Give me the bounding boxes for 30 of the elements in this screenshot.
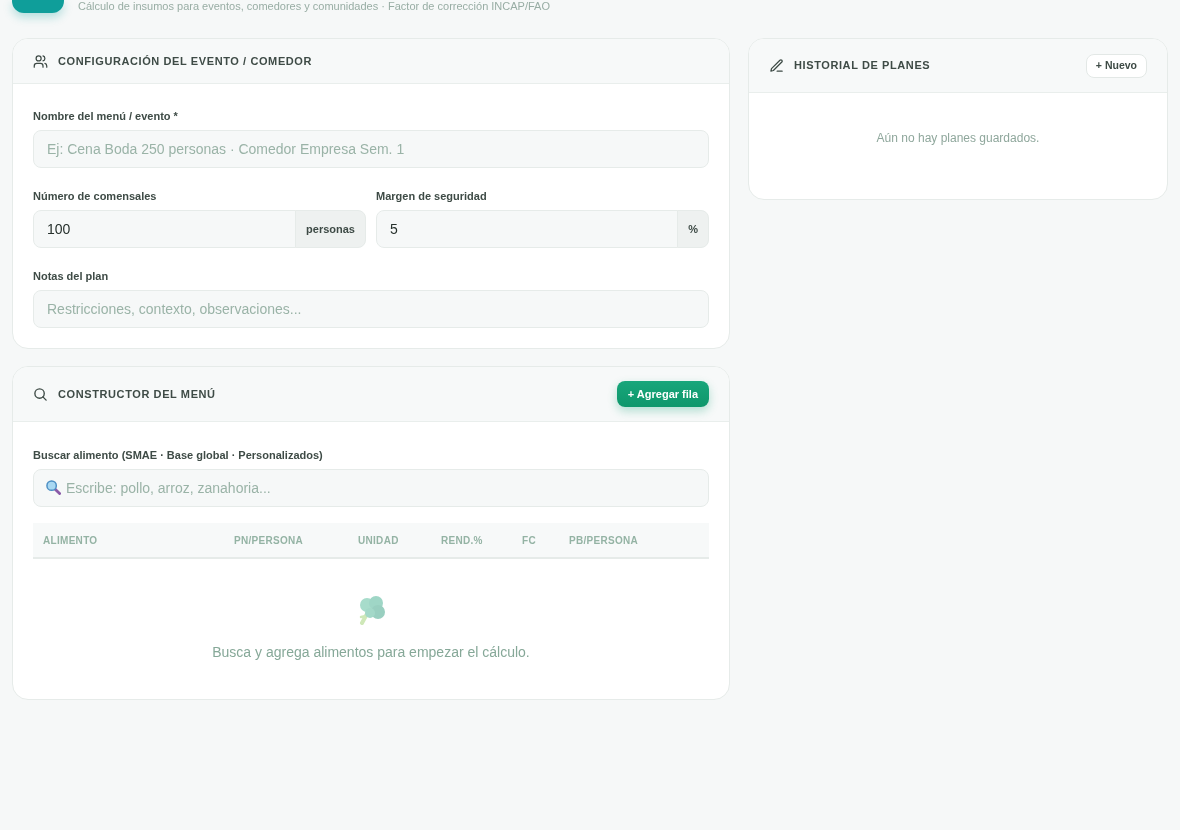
field-label: Margen de seguridad — [376, 189, 487, 204]
text-field[interactable]: 100 — [33, 210, 297, 248]
text-field[interactable]: Ej: Cena Boda 250 personas · Comedor Empresa Sem. 1 — [33, 130, 709, 168]
search-icon — [46, 480, 61, 495]
column-header: PB/PERSONA — [559, 523, 709, 558]
page-subtitle: Cálculo de insumos para eventos, comedores y comunidades · Factor de corrección INCAP/FAO — [78, 0, 550, 12]
empty-state-message: Busca y agrega alimentos para empezar el cálculo. — [212, 643, 530, 662]
column-header: UNIDAD — [348, 523, 431, 558]
search-field[interactable]: Escribe: pollo, arroz, zanahoria... — [33, 469, 709, 507]
empty-history-message: Aún no hay planes guardados. — [875, 130, 1041, 146]
field-label: Número de comensales — [33, 189, 157, 204]
column-header: REND.% — [431, 523, 512, 558]
card-title: CONFIGURACIÓN DEL EVENTO / COMEDOR — [58, 53, 313, 69]
column-header: PN/PERSONA — [224, 523, 348, 558]
column-header: ALIMENTO — [33, 523, 224, 558]
field-label: Notas del plan — [33, 269, 109, 284]
new-plan-button[interactable]: + Nuevo — [1085, 53, 1147, 78]
field-label: Buscar alimento (SMAE · Base global · Personalizados) — [33, 448, 323, 463]
field-label: Nombre del menú / evento * — [33, 109, 178, 124]
users-icon — [33, 53, 48, 69]
text-field[interactable]: 5 — [376, 210, 679, 248]
text-field[interactable]: Restricciones, contexto, observaciones... — [33, 290, 709, 328]
pencil-icon — [769, 58, 784, 73]
unit-addon: % — [677, 210, 709, 248]
unit-addon: personas — [295, 210, 366, 248]
card-title: HISTORIAL DE PLANES — [794, 58, 932, 74]
column-header: FC — [512, 523, 559, 558]
search-icon — [33, 386, 48, 402]
card-title: CONSTRUCTOR DEL MENÚ — [58, 386, 217, 402]
logo-tile-icon — [12, 0, 64, 13]
